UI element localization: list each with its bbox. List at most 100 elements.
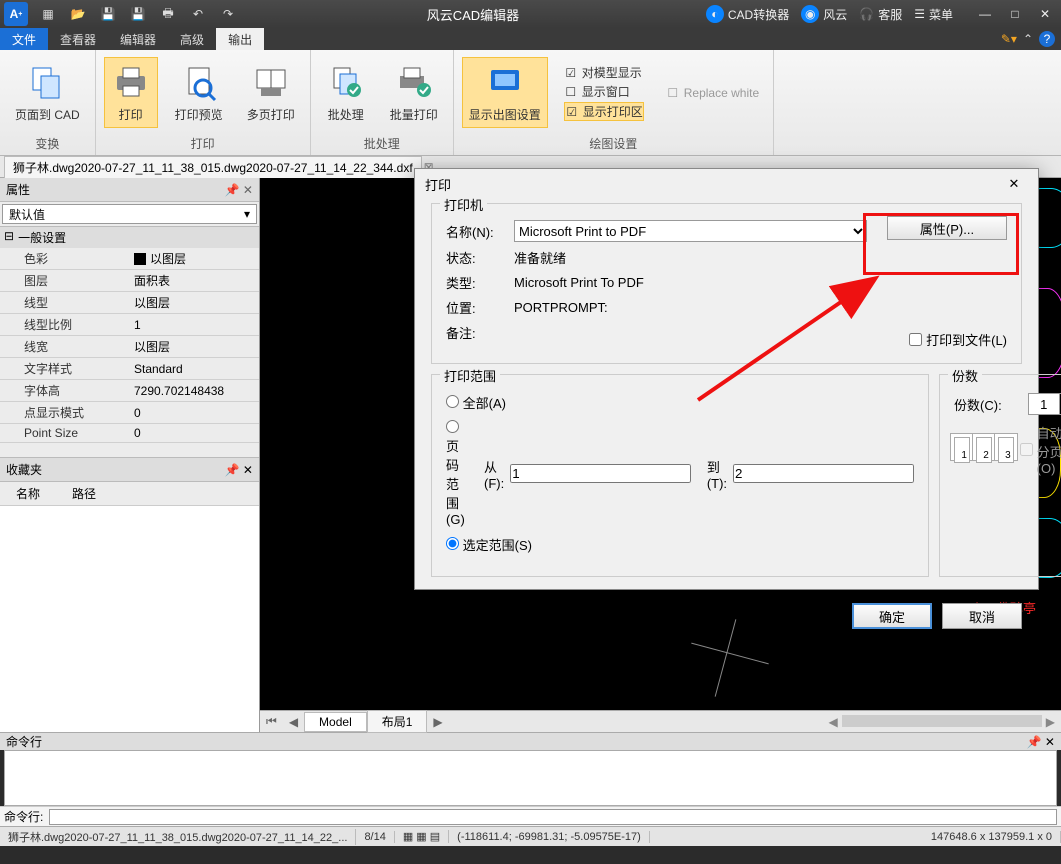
tab-output[interactable]: 输出 — [216, 28, 264, 50]
pin-icon[interactable]: 📌 ✕ — [1027, 735, 1055, 749]
btn-batch-print[interactable]: 批量打印 — [383, 57, 445, 128]
print-dialog: 打印 ✕ 打印机 名称(N): Microsoft Print to PDF 状… — [414, 168, 1039, 590]
redo-icon[interactable]: ↷ — [216, 3, 240, 25]
minimize-button[interactable]: — — [973, 7, 997, 21]
radio-pages[interactable]: 页码范围(G) — [446, 420, 465, 527]
dialog-close-button[interactable]: ✕ — [1000, 172, 1028, 196]
btn-print-preview[interactable]: 打印预览 — [168, 57, 230, 128]
open-icon[interactable]: 📂 — [66, 3, 90, 25]
group-print-range: 打印范围 全部(A) 页码范围(G) 从(F): 到(T): 选定范围(S) — [431, 374, 929, 577]
printer-select[interactable]: Microsoft Print to PDF — [514, 220, 867, 242]
favorites-columns: 名称 路径 — [0, 482, 259, 506]
app-title: 风云CAD编辑器 — [240, 5, 706, 24]
commandline-input-row: 命令行: — [0, 806, 1061, 826]
chk-replace-white: ☐Replace white — [666, 86, 759, 100]
tab-editor[interactable]: 编辑器 — [108, 28, 168, 50]
pencil-icon[interactable]: ✎▾ — [1001, 32, 1017, 46]
tab-file[interactable]: 文件 — [0, 28, 48, 50]
radio-all[interactable]: 全部(A) — [446, 393, 506, 412]
btn-print[interactable]: 打印 — [104, 57, 158, 128]
link-fengyun[interactable]: ◉风云 — [801, 5, 847, 23]
chevron-down-icon: ▾ — [244, 207, 250, 221]
page-to-cad-icon — [27, 62, 67, 102]
favorites-header: 收藏夹📌 ✕ — [0, 457, 259, 482]
saveas-icon[interactable]: 💾 — [126, 3, 150, 25]
status-file: 狮子林.dwg2020-07-27_11_11_38_015.dwg2020-0… — [0, 829, 356, 845]
commandline-header: 命令行📌 ✕ — [0, 732, 1061, 750]
collapse-ribbon-icon[interactable]: ⌃ — [1023, 32, 1033, 46]
chk-show-print-area[interactable]: ☑显示打印区 — [564, 102, 644, 121]
layout-tabs: ⏮ ◀ Model 布局1 ▶ ◀ ▶ — [260, 710, 1061, 732]
tab-viewer[interactable]: 查看器 — [48, 28, 108, 50]
batch-print-icon — [394, 62, 434, 102]
btn-multi-print[interactable]: 多页打印 — [240, 57, 302, 128]
prop-row[interactable]: 点显示模式0 — [0, 402, 259, 424]
layout-nav-next[interactable]: ▶ — [427, 715, 448, 729]
new-icon[interactable]: ▦ — [36, 3, 60, 25]
save-icon[interactable]: 💾 — [96, 3, 120, 25]
chk-show-window[interactable]: ☐显示窗口 — [564, 83, 644, 100]
undo-icon[interactable]: ↶ — [186, 3, 210, 25]
group-printer: 打印机 名称(N): Microsoft Print to PDF 状态:准备就… — [431, 203, 1022, 364]
maximize-button[interactable]: □ — [1003, 7, 1027, 21]
link-support[interactable]: 🎧客服 — [859, 6, 902, 23]
plot-settings-icon — [485, 62, 525, 102]
printer-properties-button[interactable]: 属性(P)... — [887, 216, 1007, 240]
prop-row[interactable]: 字体高7290.702148438 — [0, 380, 259, 402]
prop-row[interactable]: 线宽以图层 — [0, 336, 259, 358]
printer-icon — [111, 62, 151, 102]
prop-row[interactable]: Point Size0 — [0, 424, 259, 443]
prop-row[interactable]: 线型以图层 — [0, 292, 259, 314]
copies-spinner[interactable]: ▲▼ — [1028, 393, 1061, 415]
ok-button[interactable]: 确定 — [852, 603, 932, 629]
prop-row[interactable]: 文字样式Standard — [0, 358, 259, 380]
prop-row[interactable]: 线型比例1 — [0, 314, 259, 336]
quick-access-toolbar: ▦ 📂 💾 💾 🖶 ↶ ↷ — [36, 3, 240, 25]
help-icon[interactable]: ? — [1039, 31, 1055, 47]
prop-category[interactable]: ⊟一般设置 — [0, 227, 259, 248]
title-bar: A+ ▦ 📂 💾 💾 🖶 ↶ ↷ 风云CAD编辑器 ◐CAD转换器 ◉风云 🎧客… — [0, 0, 1061, 28]
input-page-from[interactable] — [510, 464, 691, 483]
commandline-input[interactable] — [49, 809, 1057, 825]
status-coords: (-118611.4; -69981.31; -5.09575E-17) — [449, 831, 650, 843]
btn-page-to-cad[interactable]: 页面到 CAD — [8, 57, 87, 128]
input-page-to[interactable] — [733, 464, 914, 483]
document-tab[interactable]: 狮子林.dwg2020-07-27_11_11_38_015.dwg2020-0… — [4, 156, 422, 178]
commandline-history[interactable] — [4, 750, 1057, 806]
close-button[interactable]: ✕ — [1033, 7, 1057, 21]
tab-layout1[interactable]: 布局1 — [367, 710, 428, 733]
chk-model-display[interactable]: ☑对模型显示 — [564, 64, 644, 81]
status-bar: 狮子林.dwg2020-07-27_11_11_38_015.dwg2020-0… — [0, 826, 1061, 846]
cancel-button[interactable]: 取消 — [942, 603, 1022, 629]
btn-batch[interactable]: 批处理 — [319, 57, 373, 128]
chk-print-to-file[interactable]: 打印到文件(L) — [909, 330, 1007, 349]
radio-selection[interactable]: 选定范围(S) — [446, 535, 532, 554]
scroll-left-icon[interactable]: ◀ — [829, 715, 838, 729]
pin-icon[interactable]: 📌 ✕ — [225, 183, 253, 197]
collate-icon: 3 — [998, 437, 1014, 463]
status-toggle[interactable]: ▦ ▦ ▤ — [395, 830, 449, 843]
layout-nav-prev[interactable]: ◀ — [283, 715, 304, 729]
ribbon: 页面到 CAD 变换 打印 打印预览 多页打印 打印 批处理 — [0, 50, 1061, 156]
status-page: 8/14 — [356, 831, 394, 843]
print-icon[interactable]: 🖶 — [156, 3, 180, 25]
prop-row[interactable]: 色彩以图层 — [0, 248, 259, 270]
tab-model[interactable]: Model — [304, 712, 367, 732]
link-converter[interactable]: ◐CAD转换器 — [706, 5, 789, 23]
batch-icon — [326, 62, 366, 102]
pin-icon[interactable]: 📌 ✕ — [225, 463, 253, 477]
link-menu[interactable]: ☰菜单 — [914, 6, 953, 23]
btn-show-plot-settings[interactable]: 显示出图设置 — [462, 57, 548, 128]
collate-icon: 1 — [954, 437, 970, 463]
chk-collate: 自动分页(O) — [1020, 423, 1061, 476]
preview-icon — [179, 62, 219, 102]
tab-advanced[interactable]: 高级 — [168, 28, 216, 50]
properties-combo[interactable]: 默认值▾ — [2, 204, 257, 224]
prop-row[interactable]: 图层面积表 — [0, 270, 259, 292]
favorites-list[interactable] — [0, 506, 259, 732]
status-size: 147648.6 x 137959.1 x 0 — [923, 831, 1061, 843]
layout-nav-first[interactable]: ⏮ — [260, 714, 283, 729]
properties-header: 属性 📌 ✕ — [0, 178, 259, 202]
scroll-right-icon[interactable]: ▶ — [1046, 715, 1055, 729]
dialog-title: 打印 — [425, 175, 451, 194]
